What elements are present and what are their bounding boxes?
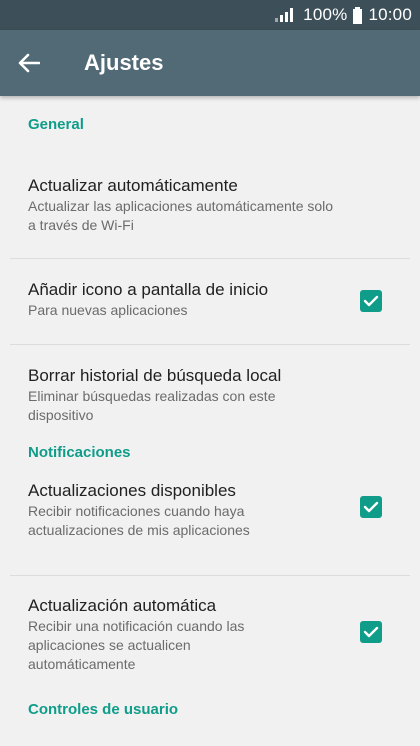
battery-icon: [353, 6, 363, 24]
section-header-notifications: Notificaciones: [28, 444, 131, 461]
pref-title: Añadir icono a pantalla de inicio: [28, 280, 269, 299]
checkbox-updates-available[interactable]: [360, 496, 382, 518]
checkmark-icon: [363, 295, 379, 307]
pref-title: Actualizar automáticamente: [28, 176, 238, 195]
section-header-general: General: [28, 116, 84, 133]
checkbox-add-home-icon[interactable]: [360, 290, 382, 312]
pref-auto-update-notification[interactable]: Actualización automática Recibir una not…: [10, 576, 410, 687]
battery-percent: 100%: [303, 5, 348, 24]
pref-summary: Actualizar las aplicaciones automáticame…: [28, 198, 334, 214]
pref-add-home-icon[interactable]: Añadir icono a pantalla de inicio Para n…: [10, 259, 410, 345]
pref-auto-update[interactable]: Actualizar automáticamente Actualizar la…: [10, 135, 410, 259]
pref-summary: dispositivo: [28, 407, 94, 423]
pref-summary: Eliminar búsquedas realizadas con este: [28, 388, 276, 404]
pref-summary: Recibir notificaciones cuando haya: [28, 503, 245, 519]
pref-updates-available[interactable]: Actualizaciones disponibles Recibir noti…: [10, 463, 410, 576]
app-bar: Ajustes: [0, 30, 420, 96]
pref-clear-search-history[interactable]: Borrar historial de búsqueda local Elimi…: [10, 345, 410, 438]
section-header-user-controls: Controles de usuario: [28, 701, 179, 718]
pref-summary: actualizaciones de mis aplicaciones: [28, 522, 250, 538]
checkmark-icon: [363, 501, 379, 513]
page-title: Ajustes: [84, 50, 164, 75]
settings-list: General Actualizar automáticamente Actua…: [0, 96, 420, 720]
pref-summary: automáticamente: [28, 656, 136, 672]
pref-summary: aplicaciones se actualicen: [28, 637, 191, 653]
checkmark-icon: [363, 626, 379, 638]
clock: 10:00: [368, 5, 412, 24]
status-bar: 100% 10:00: [0, 0, 420, 30]
pref-title: Actualizaciones disponibles: [28, 481, 236, 500]
arrow-back-icon: [18, 53, 40, 73]
back-button[interactable]: [14, 48, 44, 78]
pref-summary: Para nuevas aplicaciones: [28, 302, 188, 318]
pref-summary: Recibir una notificación cuando las: [28, 618, 245, 634]
checkbox-auto-update-notification[interactable]: [360, 621, 382, 643]
signal-strength-icon: [275, 8, 294, 22]
pref-summary: a través de Wi-Fi: [28, 217, 134, 233]
pref-title: Borrar historial de búsqueda local: [28, 366, 282, 385]
pref-title: Actualización automática: [28, 596, 217, 615]
